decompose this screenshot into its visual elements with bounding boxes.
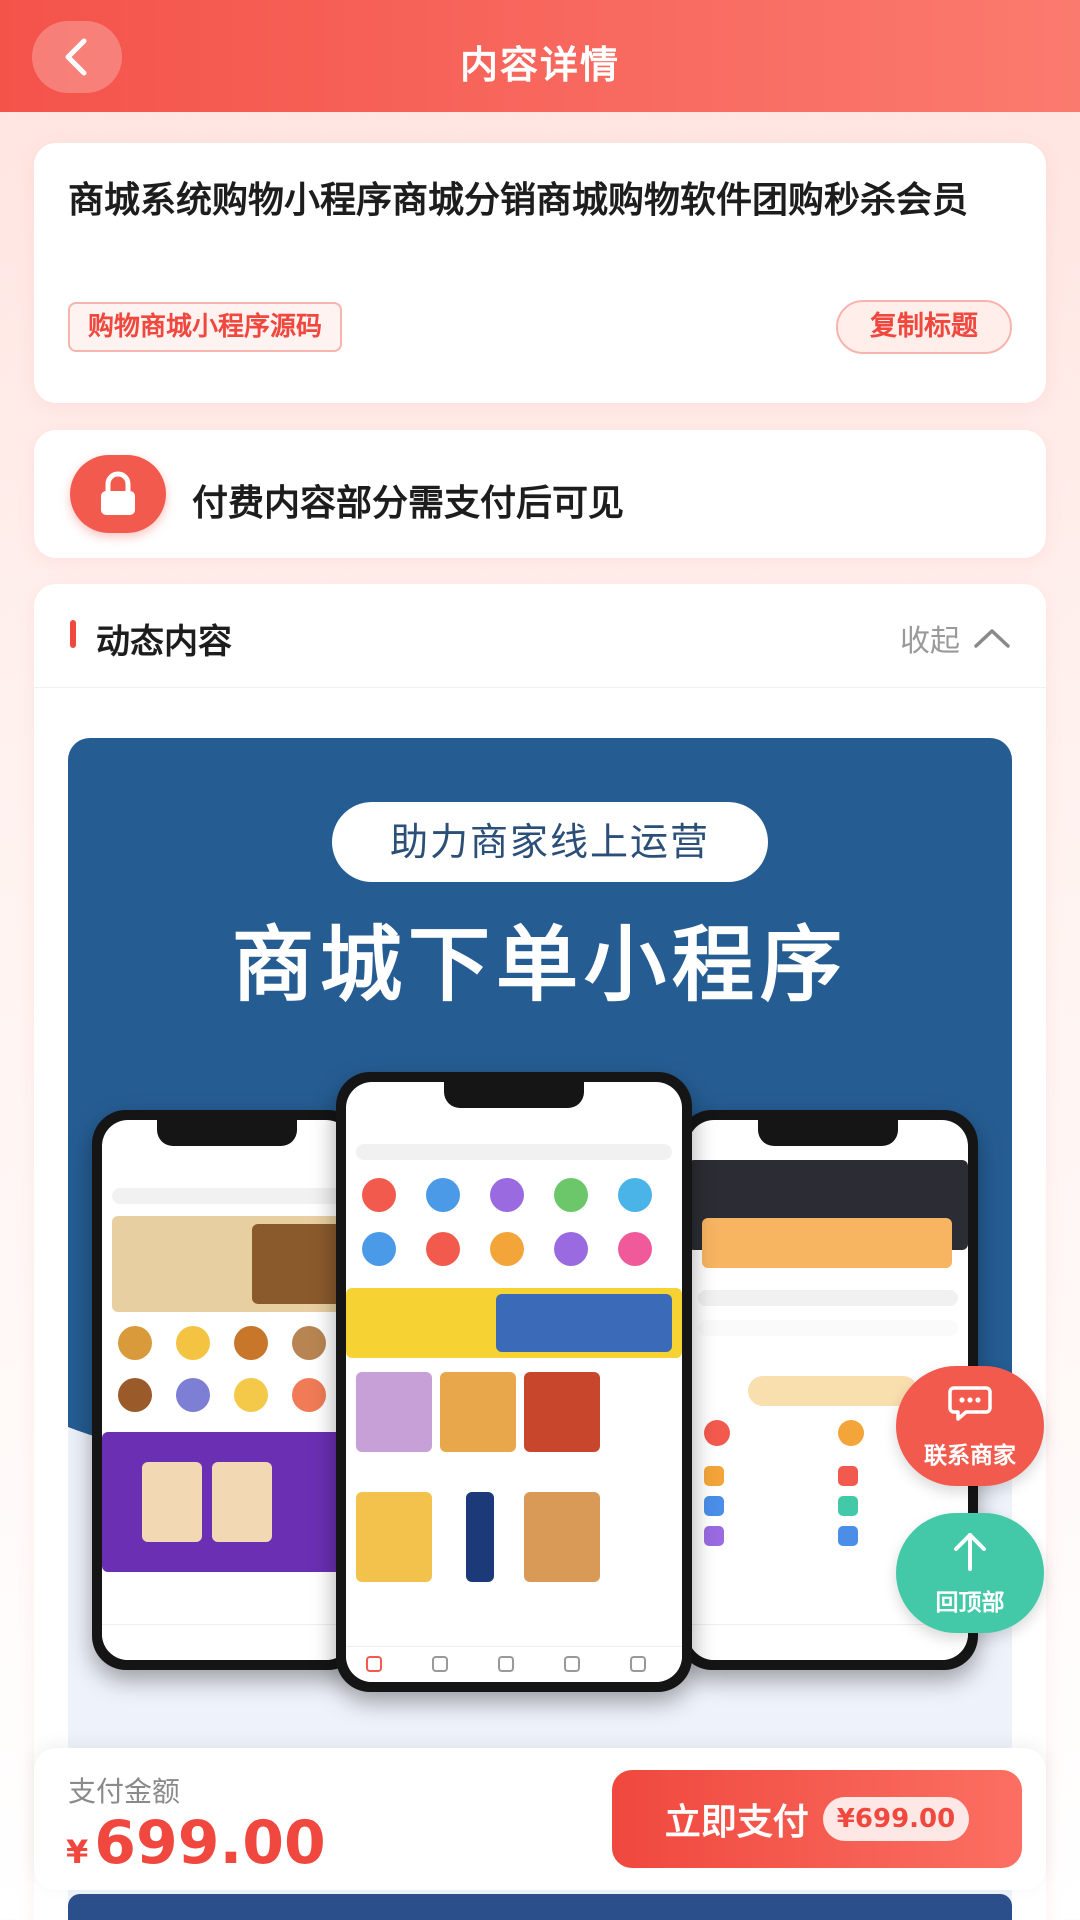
lock-icon bbox=[70, 455, 166, 533]
section-title: 动态内容 bbox=[96, 622, 232, 662]
phone-mockup-center bbox=[336, 1072, 692, 1692]
banner-headline: 商城下单小程序 bbox=[231, 918, 848, 1013]
payment-bar: 支付金额 ¥699.00 立即支付 ¥699.00 bbox=[34, 1748, 1046, 1890]
copy-title-button[interactable]: 复制标题 bbox=[836, 300, 1012, 354]
contact-merchant-button[interactable]: 联系商家 bbox=[896, 1366, 1044, 1486]
product-title: 商城系统购物小程序商城分销商城购物软件团购秒杀会员 bbox=[68, 180, 969, 221]
pay-amount: ¥699.00 bbox=[66, 1808, 326, 1878]
currency-symbol: ¥ bbox=[66, 1833, 89, 1871]
chevron-up-icon bbox=[974, 629, 1010, 648]
product-title-card: 商城系统购物小程序商城分销商城购物软件团购秒杀会员 购物商城小程序源码 复制标题 bbox=[34, 143, 1046, 403]
pay-now-button[interactable]: 立即支付 ¥699.00 bbox=[612, 1770, 1022, 1868]
chat-bubble-icon bbox=[896, 1382, 1044, 1422]
pay-amount-value: 699.00 bbox=[94, 1808, 326, 1878]
back-to-top-label: 回顶部 bbox=[935, 1590, 1005, 1616]
pay-now-label: 立即支付 bbox=[664, 1802, 809, 1843]
section-accent-bar bbox=[70, 620, 76, 648]
next-image-preview bbox=[68, 1894, 1012, 1920]
arrow-up-icon bbox=[896, 1529, 1044, 1573]
banner-subtitle: 助力商家线上运营 bbox=[332, 802, 768, 882]
pay-now-price: ¥699.00 bbox=[822, 1797, 970, 1841]
paid-content-notice: 付费内容部分需支付后可见 bbox=[34, 430, 1046, 558]
pay-amount-label: 支付金额 bbox=[68, 1775, 181, 1808]
contact-merchant-label: 联系商家 bbox=[924, 1443, 1016, 1469]
page-title: 内容详情 bbox=[459, 43, 620, 87]
dynamic-content-header: 动态内容 收起 bbox=[34, 584, 1046, 688]
promo-banner-image: 助力商家线上运营 商城下单小程序 bbox=[68, 738, 1012, 1920]
paid-notice-text: 付费内容部分需支付后可见 bbox=[192, 483, 625, 524]
category-tag: 购物商城小程序源码 bbox=[68, 302, 343, 352]
back-to-top-button[interactable]: 回顶部 bbox=[896, 1513, 1044, 1633]
phone-mockup-left bbox=[92, 1110, 362, 1670]
collapse-label: 收起 bbox=[900, 624, 960, 659]
dynamic-content-card: 动态内容 收起 助力商家线上运营 商城下单小程序 bbox=[34, 584, 1046, 1920]
top-bar: 内容详情 bbox=[0, 0, 1080, 112]
collapse-button[interactable]: 收起 bbox=[900, 616, 1012, 660]
